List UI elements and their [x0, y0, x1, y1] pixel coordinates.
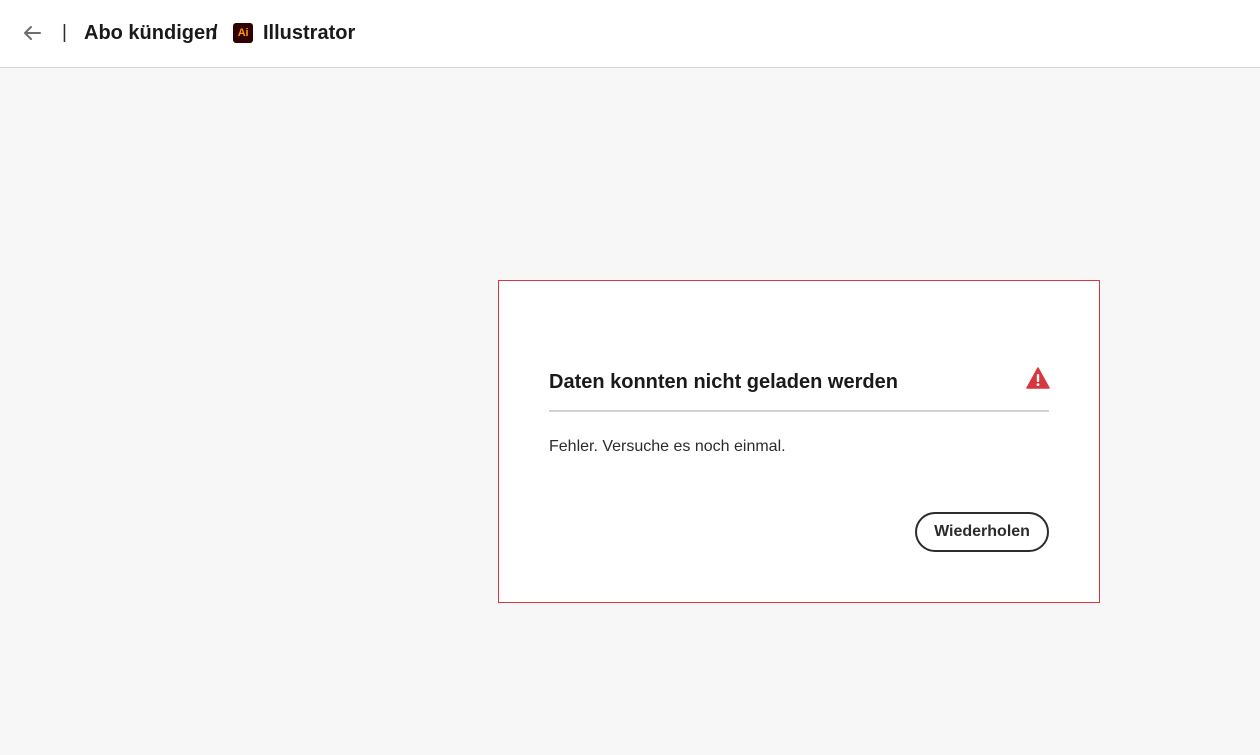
breadcrumb-app-name: Illustrator: [263, 22, 356, 44]
error-message: Fehler. Versuche es noch einmal.: [549, 438, 786, 455]
arrow-left-icon: [24, 26, 41, 40]
alert-triangle-icon: [1026, 367, 1050, 389]
breadcrumb-title: Abo kündigen: [84, 22, 218, 44]
error-title: Daten konnten nicht geladen werden: [549, 371, 898, 393]
breadcrumb-separator: |: [62, 22, 67, 43]
breadcrumb-slash: /: [212, 22, 218, 44]
card-divider: [549, 410, 1049, 412]
error-card: Daten konnten nicht geladen werden Fehle…: [498, 280, 1100, 603]
top-bar: | Abo kündigen / Ai Illustrator: [0, 0, 1260, 68]
back-button[interactable]: [19, 20, 45, 46]
retry-button[interactable]: Wiederholen: [915, 512, 1049, 552]
illustrator-app-icon: Ai: [233, 23, 253, 43]
